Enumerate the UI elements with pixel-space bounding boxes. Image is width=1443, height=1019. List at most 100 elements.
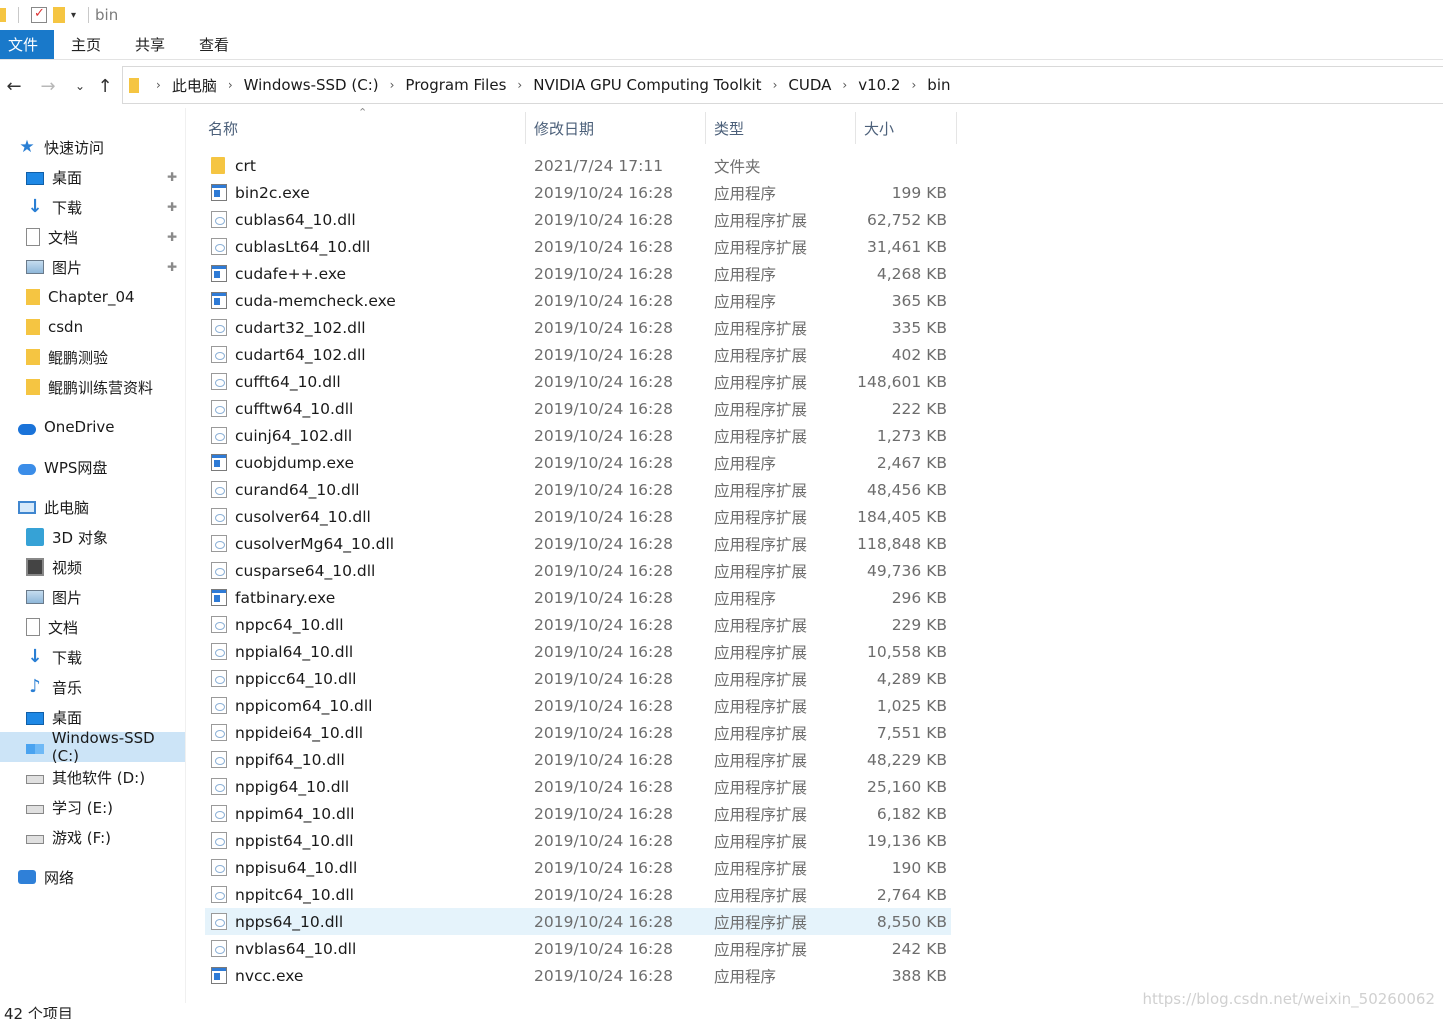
file-row[interactable]: bin2c.exe 2019/10/24 16:28 应用程序 199 KB xyxy=(205,179,951,206)
file-row[interactable]: nppidei64_10.dll 2019/10/24 16:28 应用程序扩展 7,… xyxy=(205,719,951,746)
sidebar-item-downloads-pc[interactable]: ↓ 下载 xyxy=(0,642,185,672)
breadcrumb-cuda[interactable]: CUDA xyxy=(788,76,831,94)
sidebar-item-3d-objects[interactable]: 3D 对象 xyxy=(0,522,185,552)
file-row[interactable]: npps64_10.dll 2019/10/24 16:28 应用程序扩展 8,550… xyxy=(205,908,951,935)
chevron-right-icon[interactable]: › xyxy=(517,78,522,92)
file-row[interactable]: cusolverMg64_10.dll 2019/10/24 16:28 应用程序扩… xyxy=(205,530,951,557)
file-row[interactable]: crt 2021/7/24 17:11 文件夹 xyxy=(205,152,951,179)
sidebar-item-kunpeng-quiz[interactable]: 鲲鹏测验 xyxy=(0,342,185,372)
chevron-right-icon[interactable]: › xyxy=(842,78,847,92)
sidebar-item-kunpeng-training[interactable]: 鲲鹏训练营资料 xyxy=(0,372,185,402)
file-row[interactable]: nppisu64_10.dll 2019/10/24 16:28 应用程序扩展 190… xyxy=(205,854,951,881)
back-arrow-icon[interactable]: ← xyxy=(0,71,28,101)
sidebar-item-label: 下载 xyxy=(52,198,83,217)
file-row[interactable]: cusolver64_10.dll 2019/10/24 16:28 应用程序扩展 1… xyxy=(205,503,951,530)
file-row[interactable]: nppitc64_10.dll 2019/10/24 16:28 应用程序扩展 2,7… xyxy=(205,881,951,908)
file-date: 2019/10/24 16:28 xyxy=(534,507,673,526)
chevron-right-icon[interactable]: › xyxy=(773,78,778,92)
sidebar-item-this-pc[interactable]: 此电脑 xyxy=(0,492,185,522)
file-row[interactable]: nppial64_10.dll 2019/10/24 16:28 应用程序扩展 10,… xyxy=(205,638,951,665)
file-size: 10,558 KB xyxy=(867,642,947,661)
column-header-type[interactable]: 类型 xyxy=(714,112,744,144)
file-row[interactable]: cublasLt64_10.dll 2019/10/24 16:28 应用程序扩展 3… xyxy=(205,233,951,260)
breadcrumb-nvidia-toolkit[interactable]: NVIDIA GPU Computing Toolkit xyxy=(533,76,761,94)
file-type: 应用程序扩展 xyxy=(714,373,808,392)
column-divider[interactable] xyxy=(525,112,526,144)
column-header-date[interactable]: 修改日期 xyxy=(534,112,594,144)
sidebar-item-music[interactable]: ♪ 音乐 xyxy=(0,672,185,702)
sidebar-item-f-drive[interactable]: 游戏 (F:) xyxy=(0,822,185,852)
file-row[interactable]: cufft64_10.dll 2019/10/24 16:28 应用程序扩展 148,… xyxy=(205,368,951,395)
column-header-size[interactable]: 大小 xyxy=(864,112,894,144)
new-folder-icon[interactable] xyxy=(53,7,65,23)
sidebar-item-pictures[interactable]: 图片 ✚ xyxy=(0,252,185,282)
sidebar-item-desktop[interactable]: 桌面 ✚ xyxy=(0,162,185,192)
file-row[interactable]: cuinj64_102.dll 2019/10/24 16:28 应用程序扩展 1,2… xyxy=(205,422,951,449)
forward-arrow-icon[interactable]: → xyxy=(34,71,62,101)
file-row[interactable]: cusparse64_10.dll 2019/10/24 16:28 应用程序扩展 4… xyxy=(205,557,951,584)
file-row[interactable]: nppig64_10.dll 2019/10/24 16:28 应用程序扩展 25,1… xyxy=(205,773,951,800)
chevron-right-icon[interactable]: › xyxy=(156,78,161,92)
file-row[interactable]: cudart32_102.dll 2019/10/24 16:28 应用程序扩展 33… xyxy=(205,314,951,341)
file-row[interactable]: nppicc64_10.dll 2019/10/24 16:28 应用程序扩展 4,2… xyxy=(205,665,951,692)
file-row[interactable]: cublas64_10.dll 2019/10/24 16:28 应用程序扩展 62,… xyxy=(205,206,951,233)
file-row[interactable]: fatbinary.exe 2019/10/24 16:28 应用程序 296 KB xyxy=(205,584,951,611)
tab-view[interactable]: 查看 xyxy=(182,30,246,59)
sidebar-item-videos[interactable]: 视频 xyxy=(0,552,185,582)
tab-share[interactable]: 共享 xyxy=(118,30,182,59)
column-divider[interactable] xyxy=(705,112,706,144)
sidebar-item-label: 文档 xyxy=(48,618,79,637)
column-header-name[interactable]: 名称 xyxy=(208,112,238,144)
sidebar-item-documents[interactable]: 文档 ✚ xyxy=(0,222,185,252)
breadcrumb-this-pc[interactable]: 此电脑 xyxy=(172,75,217,96)
breadcrumb-bin[interactable]: bin xyxy=(927,76,950,94)
file-date: 2019/10/24 16:28 xyxy=(534,939,673,958)
sidebar-item-pictures-pc[interactable]: 图片 xyxy=(0,582,185,612)
sidebar-item-c-drive[interactable]: Windows-SSD (C:) xyxy=(0,729,185,765)
file-row[interactable]: nvblas64_10.dll 2019/10/24 16:28 应用程序扩展 242… xyxy=(205,935,951,962)
tab-home[interactable]: 主页 xyxy=(54,30,118,59)
sidebar-item-d-drive[interactable]: 其他软件 (D:) xyxy=(0,762,185,792)
sidebar-item-wps-cloud[interactable]: WPS网盘 xyxy=(0,452,185,482)
breadcrumb-v10-2[interactable]: v10.2 xyxy=(858,76,900,94)
sidebar-item-e-drive[interactable]: 学习 (E:) xyxy=(0,792,185,822)
file-row[interactable]: curand64_10.dll 2019/10/24 16:28 应用程序扩展 48,… xyxy=(205,476,951,503)
pin-icon[interactable]: ✚ xyxy=(167,260,177,274)
pin-icon[interactable]: ✚ xyxy=(167,170,177,184)
sidebar-item-onedrive[interactable]: OneDrive xyxy=(0,412,185,442)
sidebar-item-quick-access[interactable]: ★ 快速访问 xyxy=(0,132,185,162)
file-row[interactable]: nppicom64_10.dll 2019/10/24 16:28 应用程序扩展 1,… xyxy=(205,692,951,719)
recent-locations-chevron-icon[interactable]: ⌄ xyxy=(66,71,94,101)
chevron-down-icon[interactable]: ▾ xyxy=(71,10,76,21)
sidebar-item-desktop-pc[interactable]: 桌面 xyxy=(0,702,185,732)
properties-icon[interactable]: ✓ xyxy=(31,7,47,23)
file-row[interactable]: cudart64_102.dll 2019/10/24 16:28 应用程序扩展 40… xyxy=(205,341,951,368)
breadcrumb-c-drive[interactable]: Windows-SSD (C:) xyxy=(244,76,379,94)
column-divider[interactable] xyxy=(855,112,856,144)
file-row[interactable]: nvcc.exe 2019/10/24 16:28 应用程序 388 KB xyxy=(205,962,951,989)
file-row[interactable]: cudafe++.exe 2019/10/24 16:28 应用程序 4,268 KB xyxy=(205,260,951,287)
sidebar-item-documents-pc[interactable]: 文档 xyxy=(0,612,185,642)
file-row[interactable]: nppc64_10.dll 2019/10/24 16:28 应用程序扩展 229 K… xyxy=(205,611,951,638)
file-row[interactable]: cuobjdump.exe 2019/10/24 16:28 应用程序 2,467 K… xyxy=(205,449,951,476)
file-name: nppitc64_10.dll xyxy=(235,885,354,904)
pin-icon[interactable]: ✚ xyxy=(167,230,177,244)
sidebar-item-downloads[interactable]: ↓ 下载 ✚ xyxy=(0,192,185,222)
pin-icon[interactable]: ✚ xyxy=(167,200,177,214)
tab-file[interactable]: 文件 xyxy=(0,30,55,59)
sidebar-item-csdn[interactable]: csdn xyxy=(0,312,185,342)
column-divider[interactable] xyxy=(956,112,957,144)
file-row[interactable]: nppif64_10.dll 2019/10/24 16:28 应用程序扩展 48,2… xyxy=(205,746,951,773)
chevron-right-icon[interactable]: › xyxy=(228,78,233,92)
chevron-right-icon[interactable]: › xyxy=(911,78,916,92)
file-row[interactable]: nppim64_10.dll 2019/10/24 16:28 应用程序扩展 6,18… xyxy=(205,800,951,827)
sidebar-item-network[interactable]: 网络 xyxy=(0,862,185,892)
chevron-right-icon[interactable]: › xyxy=(390,78,395,92)
file-row[interactable]: cufftw64_10.dll 2019/10/24 16:28 应用程序扩展 222… xyxy=(205,395,951,422)
up-arrow-icon[interactable]: ↑ xyxy=(91,71,119,101)
file-row[interactable]: cuda-memcheck.exe 2019/10/24 16:28 应用程序 365… xyxy=(205,287,951,314)
address-bar[interactable]: › 此电脑 › Windows-SSD (C:) › Program Files › … xyxy=(122,66,1443,104)
file-row[interactable]: nppist64_10.dll 2019/10/24 16:28 应用程序扩展 19,… xyxy=(205,827,951,854)
sidebar-item-chapter-04[interactable]: Chapter_04 xyxy=(0,282,185,312)
breadcrumb-program-files[interactable]: Program Files xyxy=(405,76,506,94)
